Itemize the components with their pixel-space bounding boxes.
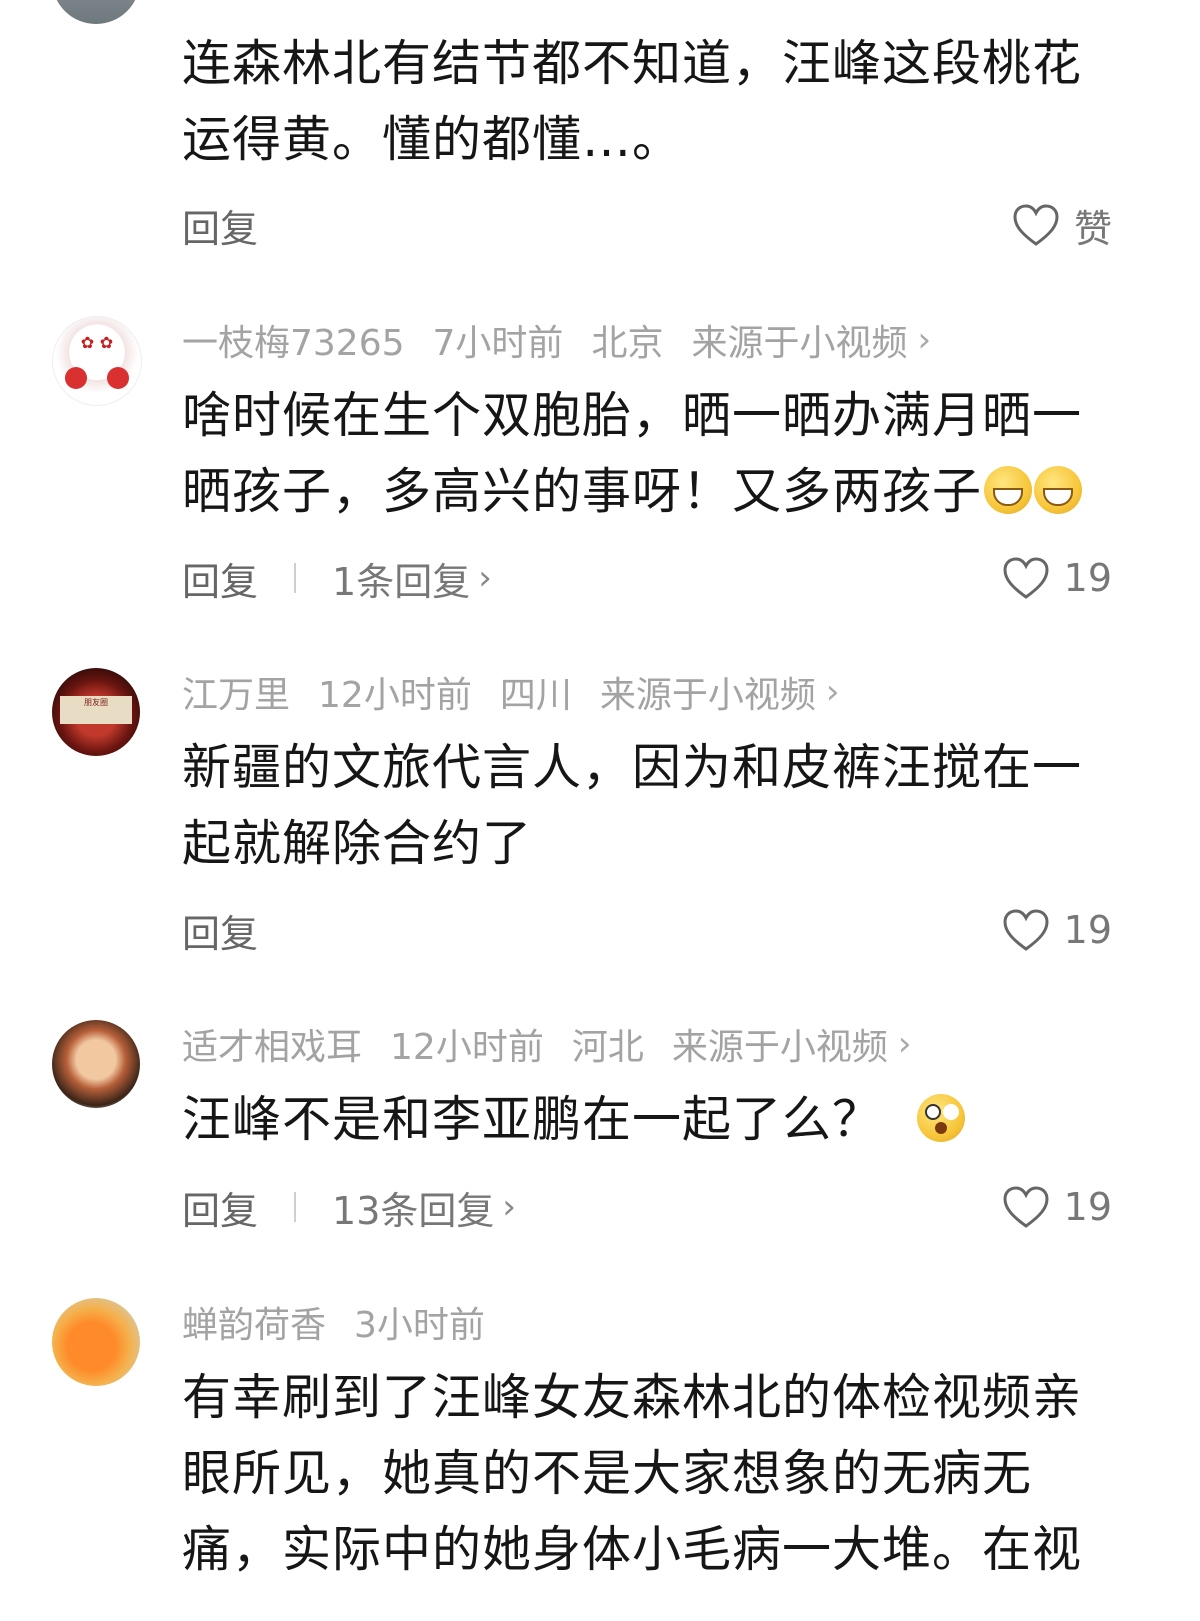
avatar[interactable]: 朋友圈 bbox=[52, 668, 140, 756]
timestamp: 12小时前 bbox=[318, 675, 472, 716]
avatar[interactable] bbox=[52, 0, 140, 24]
shocked-emoji-icon bbox=[916, 1094, 965, 1142]
source-link[interactable]: 来源于小视频 bbox=[691, 314, 907, 366]
avatar-decoration bbox=[65, 367, 87, 389]
like-count: 19 bbox=[1063, 556, 1112, 600]
avatar[interactable]: ✿ ✿ bbox=[52, 316, 142, 406]
like-button[interactable]: 19 bbox=[1002, 908, 1112, 952]
avatar-decoration: ✿ ✿ bbox=[80, 333, 114, 352]
comment-text-content: 啥时候在生个双胞胎，晒一晒办满月晒一晒孩子，多高兴的事呀！又多两孩子 bbox=[182, 387, 1083, 520]
comment-meta: 一枝梅73265 7小时前 北京 来源于小视频 › bbox=[182, 316, 959, 364]
heart-icon bbox=[1003, 909, 1049, 951]
comment-text: 连森林北有结节都不知道，汪峰这段桃花运得黄。懂的都懂…。 bbox=[182, 35, 1083, 168]
heart-icon bbox=[1003, 557, 1049, 599]
reply-button[interactable]: 回复 bbox=[182, 903, 258, 958]
reply-button[interactable]: 回复 bbox=[182, 198, 258, 253]
comment-actions: 回复 1条回复 › 19 bbox=[182, 551, 1112, 606]
chevron-right-icon: › bbox=[478, 558, 492, 598]
avatar-decoration bbox=[107, 367, 129, 389]
grin-emoji-icon bbox=[1034, 466, 1083, 514]
comment-text: 啥时候在生个双胞胎，晒一晒办满月晒一晒孩子，多高兴的事呀！又多两孩子 bbox=[182, 378, 1122, 530]
reply-button[interactable]: 回复 bbox=[182, 1180, 258, 1235]
comment-meta: 江万里 12小时前 四川 来源于小视频 › bbox=[182, 668, 867, 716]
chevron-right-icon: › bbox=[502, 1187, 516, 1227]
heart-icon bbox=[1003, 1186, 1049, 1228]
heart-icon bbox=[1013, 204, 1059, 246]
comment-text: 汪峰不是和李亚鹏在一起了么？ bbox=[182, 1082, 1122, 1158]
divider bbox=[294, 563, 297, 593]
chevron-right-icon: › bbox=[917, 320, 932, 360]
comment-actions: 回复 13条回复 › 19 bbox=[182, 1180, 1112, 1235]
chevron-right-icon: › bbox=[825, 672, 840, 712]
avatar[interactable] bbox=[52, 1298, 140, 1386]
comment-actions: 回复 赞 bbox=[182, 198, 1112, 253]
like-count: 19 bbox=[1063, 1185, 1112, 1229]
comment-text: 有幸刷到了汪峰女友森林北的体检视频亲眼所见，她真的不是大家想象的无病无痛，实际中… bbox=[182, 1369, 1083, 1578]
username[interactable]: 蝉韵荷香 bbox=[182, 1296, 326, 1348]
chevron-right-icon: › bbox=[897, 1024, 912, 1064]
source-link[interactable]: 来源于小视频 bbox=[600, 666, 816, 718]
source-link[interactable]: 来源于小视频 bbox=[672, 1018, 888, 1070]
comment-text-content: 汪峰不是和李亚鹏在一起了么？ bbox=[182, 1091, 883, 1148]
location: 河北 bbox=[571, 1027, 644, 1068]
like-button[interactable]: 19 bbox=[1002, 556, 1112, 600]
timestamp: 7小时前 bbox=[432, 323, 564, 364]
grin-emoji-icon bbox=[984, 466, 1033, 514]
comment-actions: 回复 19 bbox=[182, 903, 1112, 958]
timestamp: 3小时前 bbox=[354, 1305, 485, 1346]
username[interactable]: 江万里 bbox=[182, 666, 290, 718]
username[interactable]: 适才相戏耳 bbox=[182, 1018, 362, 1070]
like-button[interactable]: 赞 bbox=[1012, 198, 1112, 253]
comment-text: 新疆的文旅代言人，因为和皮裤汪搅在一起就解除合约了 bbox=[182, 739, 1083, 872]
view-replies-link[interactable]: 1条回复 bbox=[332, 551, 470, 606]
timestamp: 12小时前 bbox=[390, 1027, 544, 1068]
like-count: 赞 bbox=[1073, 206, 1112, 251]
reply-button[interactable]: 回复 bbox=[182, 551, 258, 606]
location: 四川 bbox=[499, 675, 572, 716]
like-count: 19 bbox=[1063, 908, 1112, 952]
location: 北京 bbox=[591, 323, 664, 364]
like-button[interactable]: 19 bbox=[1002, 1185, 1112, 1229]
comment-meta: 适才相戏耳 12小时前 河北 来源于小视频 › bbox=[182, 1020, 939, 1068]
avatar-decoration: 朋友圈 bbox=[60, 696, 132, 724]
view-replies-link[interactable]: 13条回复 bbox=[332, 1180, 494, 1235]
username[interactable]: 一枝梅73265 bbox=[182, 314, 405, 366]
divider bbox=[294, 1192, 297, 1222]
avatar[interactable] bbox=[52, 1020, 140, 1108]
comment-meta: 蝉韵荷香 3小时前 bbox=[182, 1298, 513, 1346]
